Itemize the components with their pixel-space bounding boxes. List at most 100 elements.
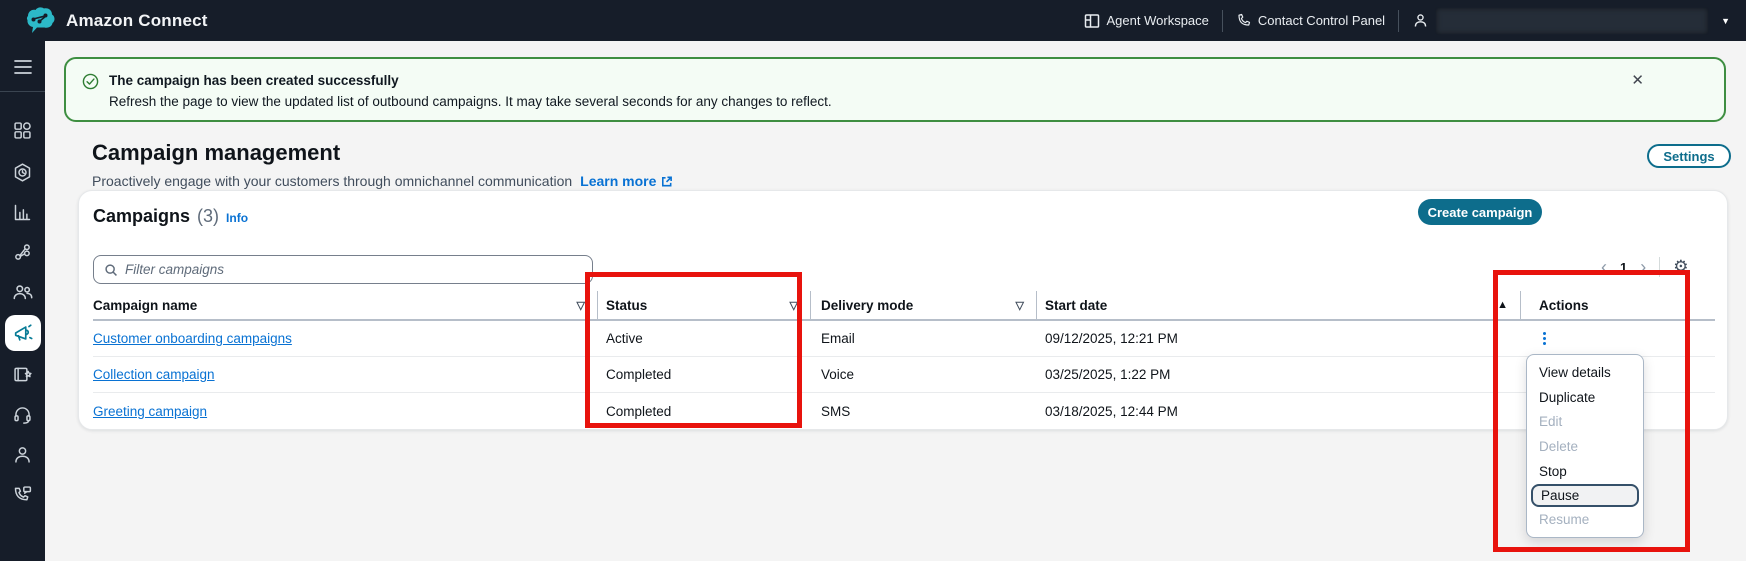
cell-delivery-mode: Email xyxy=(811,321,1037,356)
brand[interactable]: Amazon Connect xyxy=(20,6,208,36)
phone-chat-icon[interactable] xyxy=(0,474,45,514)
campaigns-megaphone-icon-selected[interactable] xyxy=(5,315,41,351)
table-row: Greeting campaign Completed SMS 03/18/20… xyxy=(93,393,1715,429)
campaigns-heading: Campaigns xyxy=(93,206,190,227)
info-link[interactable]: Info xyxy=(226,211,248,225)
cell-status: Active xyxy=(598,321,811,356)
users-icon[interactable] xyxy=(0,272,45,312)
campaigns-count: (3) xyxy=(197,206,219,227)
page-subtitle: Proactively engage with your customers t… xyxy=(92,173,673,189)
column-label: Status xyxy=(606,298,647,313)
menu-item-edit: Edit xyxy=(1527,409,1643,434)
cell-campaign-name: Customer onboarding campaigns xyxy=(93,321,598,356)
table-row: Customer onboarding campaigns Active Ema… xyxy=(93,321,1715,357)
gear-icon[interactable]: ⚙ xyxy=(1673,257,1688,277)
apps-grid-icon[interactable] xyxy=(0,110,45,150)
left-sidebar xyxy=(0,41,45,561)
hexagon-metrics-icon[interactable] xyxy=(0,152,45,192)
close-icon[interactable]: ✕ xyxy=(1631,71,1644,89)
column-label: Delivery mode xyxy=(821,298,913,313)
bar-chart-icon[interactable] xyxy=(0,192,45,232)
cell-status: Completed xyxy=(598,393,811,429)
amazon-connect-logo-icon xyxy=(20,6,56,36)
table-header: Campaign name ▽ Status ▽ Delivery mode ▽… xyxy=(93,291,1715,321)
topnav-divider xyxy=(1222,10,1223,32)
cell-delivery-mode: SMS xyxy=(811,393,1037,429)
flow-branch-icon[interactable] xyxy=(0,232,45,272)
pagination-divider xyxy=(1659,257,1660,277)
success-banner: The campaign has been created successful… xyxy=(64,57,1726,122)
menu-item-resume: Resume xyxy=(1527,507,1643,532)
learn-more-label: Learn more xyxy=(580,173,656,189)
sidebar-divider xyxy=(0,91,45,92)
campaign-link[interactable]: Customer onboarding campaigns xyxy=(93,331,292,346)
campaign-link[interactable]: Collection campaign xyxy=(93,367,215,382)
next-page-icon[interactable]: › xyxy=(1640,258,1646,276)
table-row: Collection campaign Completed Voice 03/2… xyxy=(93,357,1715,393)
person-icon[interactable] xyxy=(0,434,45,474)
topnav-divider xyxy=(1398,10,1399,32)
filter-funnel-icon[interactable]: ▽ xyxy=(577,299,585,312)
cell-start-date: 09/12/2025, 12:21 PM xyxy=(1037,321,1521,356)
table-body: Customer onboarding campaigns Active Ema… xyxy=(93,321,1715,429)
banner-text: The campaign has been created successful… xyxy=(109,70,832,110)
menu-item-delete: Delete xyxy=(1527,434,1643,459)
column-header-status[interactable]: Status ▽ xyxy=(598,291,811,319)
kebab-menu-icon[interactable] xyxy=(1539,328,1550,349)
menu-item-view-details[interactable]: View details xyxy=(1527,360,1643,385)
contact-control-panel-label: Contact Control Panel xyxy=(1258,13,1385,28)
actions-dropdown-menu: View details Duplicate Edit Delete Stop … xyxy=(1526,354,1644,538)
user-menu[interactable]: ▼ xyxy=(1412,8,1730,34)
cell-campaign-name: Greeting campaign xyxy=(93,393,598,429)
column-label: Actions xyxy=(1539,298,1589,313)
cell-start-date: 03/18/2025, 12:44 PM xyxy=(1037,393,1521,429)
column-label: Start date xyxy=(1045,298,1107,313)
previous-page-icon[interactable]: ‹ xyxy=(1601,258,1607,276)
pagination: ‹ 1 › ⚙ xyxy=(1601,257,1688,277)
column-header-campaign-name[interactable]: Campaign name ▽ xyxy=(93,291,598,319)
phone-icon xyxy=(1236,13,1251,28)
amazon-connect-app: Amazon Connect Agent Workspace Contact C… xyxy=(0,0,1746,561)
campaign-link[interactable]: Greeting campaign xyxy=(93,404,207,419)
success-check-icon xyxy=(82,73,99,110)
menu-item-duplicate[interactable]: Duplicate xyxy=(1527,385,1643,410)
column-header-actions: Actions xyxy=(1521,291,1715,319)
cell-campaign-name: Collection campaign xyxy=(93,357,598,392)
contact-control-panel-link[interactable]: Contact Control Panel xyxy=(1236,13,1385,28)
create-campaign-button[interactable]: Create campaign xyxy=(1418,199,1542,225)
campaigns-card: Campaigns (3) Info Create campaign ‹ 1 ›… xyxy=(78,190,1728,430)
current-page[interactable]: 1 xyxy=(1620,260,1627,275)
workspace-panel-icon xyxy=(1084,13,1100,29)
column-header-start-date[interactable]: Start date ▲ xyxy=(1037,291,1521,319)
page-title: Campaign management xyxy=(92,140,340,166)
agent-workspace-link[interactable]: Agent Workspace xyxy=(1084,13,1209,29)
menu-item-stop[interactable]: Stop xyxy=(1527,459,1643,484)
card-header: Campaigns (3) Info xyxy=(93,206,248,227)
top-nav: Agent Workspace Contact Control Panel ▼ xyxy=(1084,8,1730,34)
headset-icon[interactable] xyxy=(0,394,45,434)
column-label: Campaign name xyxy=(93,298,197,313)
filter-funnel-icon[interactable]: ▽ xyxy=(790,299,798,312)
cell-delivery-mode: Voice xyxy=(811,357,1037,392)
column-header-delivery-mode[interactable]: Delivery mode ▽ xyxy=(811,291,1037,319)
brand-name: Amazon Connect xyxy=(66,11,208,31)
cell-status: Completed xyxy=(598,357,811,392)
search-icon xyxy=(104,263,118,277)
agent-workspace-label: Agent Workspace xyxy=(1107,13,1209,28)
banner-message: Refresh the page to view the updated lis… xyxy=(109,92,832,113)
filter-funnel-icon[interactable]: ▽ xyxy=(1016,299,1024,312)
username-redacted xyxy=(1436,8,1708,34)
learn-more-link[interactable]: Learn more xyxy=(580,173,673,189)
user-icon xyxy=(1412,12,1429,29)
directory-star-icon[interactable] xyxy=(0,354,45,394)
settings-button[interactable]: Settings xyxy=(1647,144,1731,168)
sort-ascending-icon[interactable]: ▲ xyxy=(1497,299,1508,311)
menu-icon[interactable] xyxy=(0,47,45,87)
menu-item-pause[interactable]: Pause xyxy=(1531,484,1639,508)
cell-actions xyxy=(1521,321,1715,356)
top-bar: Amazon Connect Agent Workspace Contact C… xyxy=(0,0,1746,41)
page-subtitle-text: Proactively engage with your customers t… xyxy=(92,173,572,189)
chevron-down-icon[interactable]: ▼ xyxy=(1721,16,1730,26)
filter-campaigns-input[interactable] xyxy=(125,262,582,277)
banner-title: The campaign has been created successful… xyxy=(109,70,832,92)
